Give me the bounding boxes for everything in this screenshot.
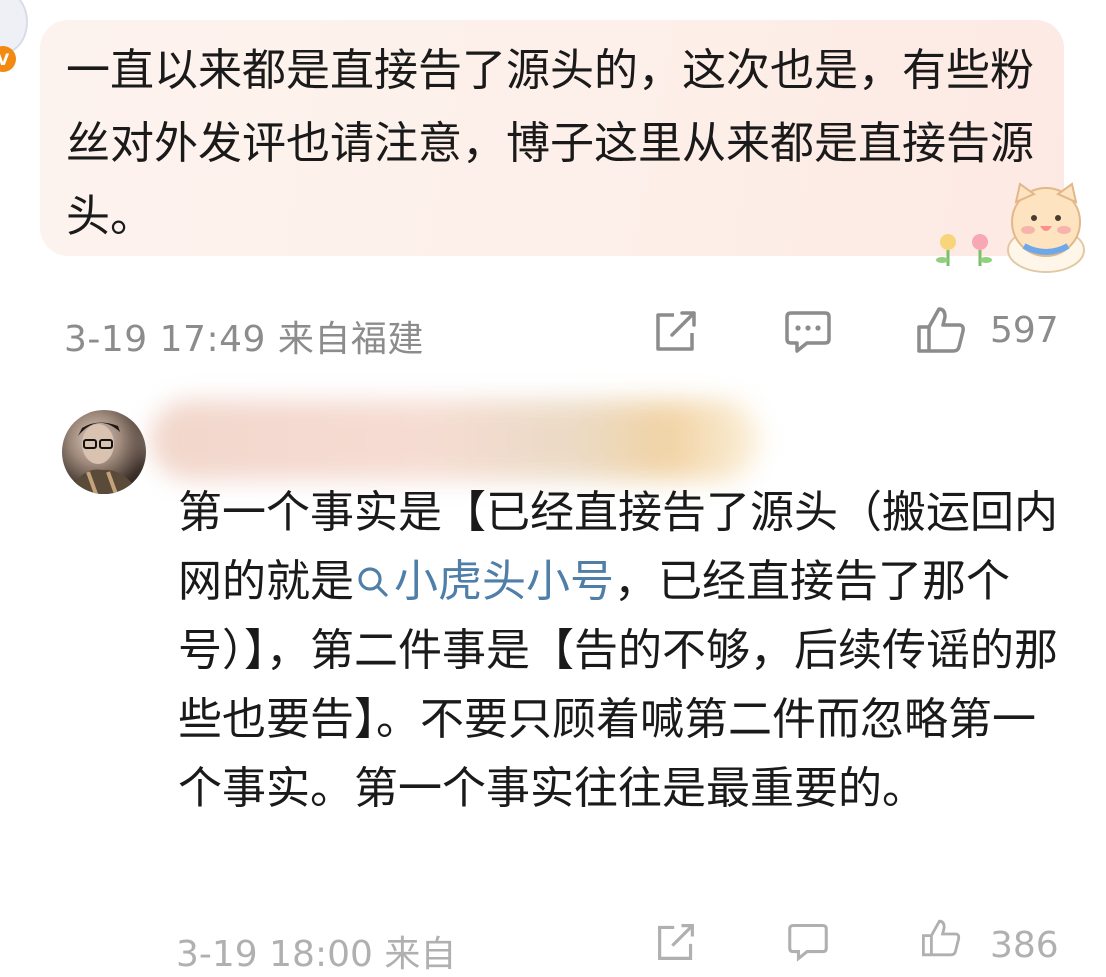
comment-timestamp-location: 3-19 18:00 来自 — [176, 934, 457, 975]
share-icon[interactable] — [648, 306, 704, 356]
share-icon[interactable] — [648, 922, 704, 962]
avatar[interactable] — [62, 410, 146, 494]
cat-sticker-icon — [936, 182, 1085, 273]
thumbs-up-icon[interactable] — [912, 918, 970, 958]
search-icon — [358, 567, 388, 597]
topic-link-label[interactable]: 小虎头小号 — [394, 556, 614, 607]
comment-icon[interactable] — [779, 306, 837, 358]
like-count: 386 — [990, 925, 1059, 966]
username-blurred[interactable] — [150, 400, 760, 480]
topic-link[interactable]: 小虎头小号 — [354, 556, 614, 607]
thumbs-up-icon[interactable] — [912, 302, 970, 358]
comment-icon[interactable] — [779, 922, 837, 962]
flower-icon — [972, 234, 992, 266]
like-count: 597 — [990, 310, 1059, 351]
comment-timestamp-location: 3-19 17:49 来自福建 — [64, 319, 424, 360]
flower-icon — [936, 234, 956, 266]
comment-text: 一直以来都是直接告了源头的，这次也是，有些粉丝对外发评也请注意，博子这里从来都是… — [66, 45, 1034, 242]
comment-text: 第一个事实是【已经直接告了源头（搬运回内网的就是 小虎头小号，已经直接告了那个号）… — [178, 478, 1058, 823]
